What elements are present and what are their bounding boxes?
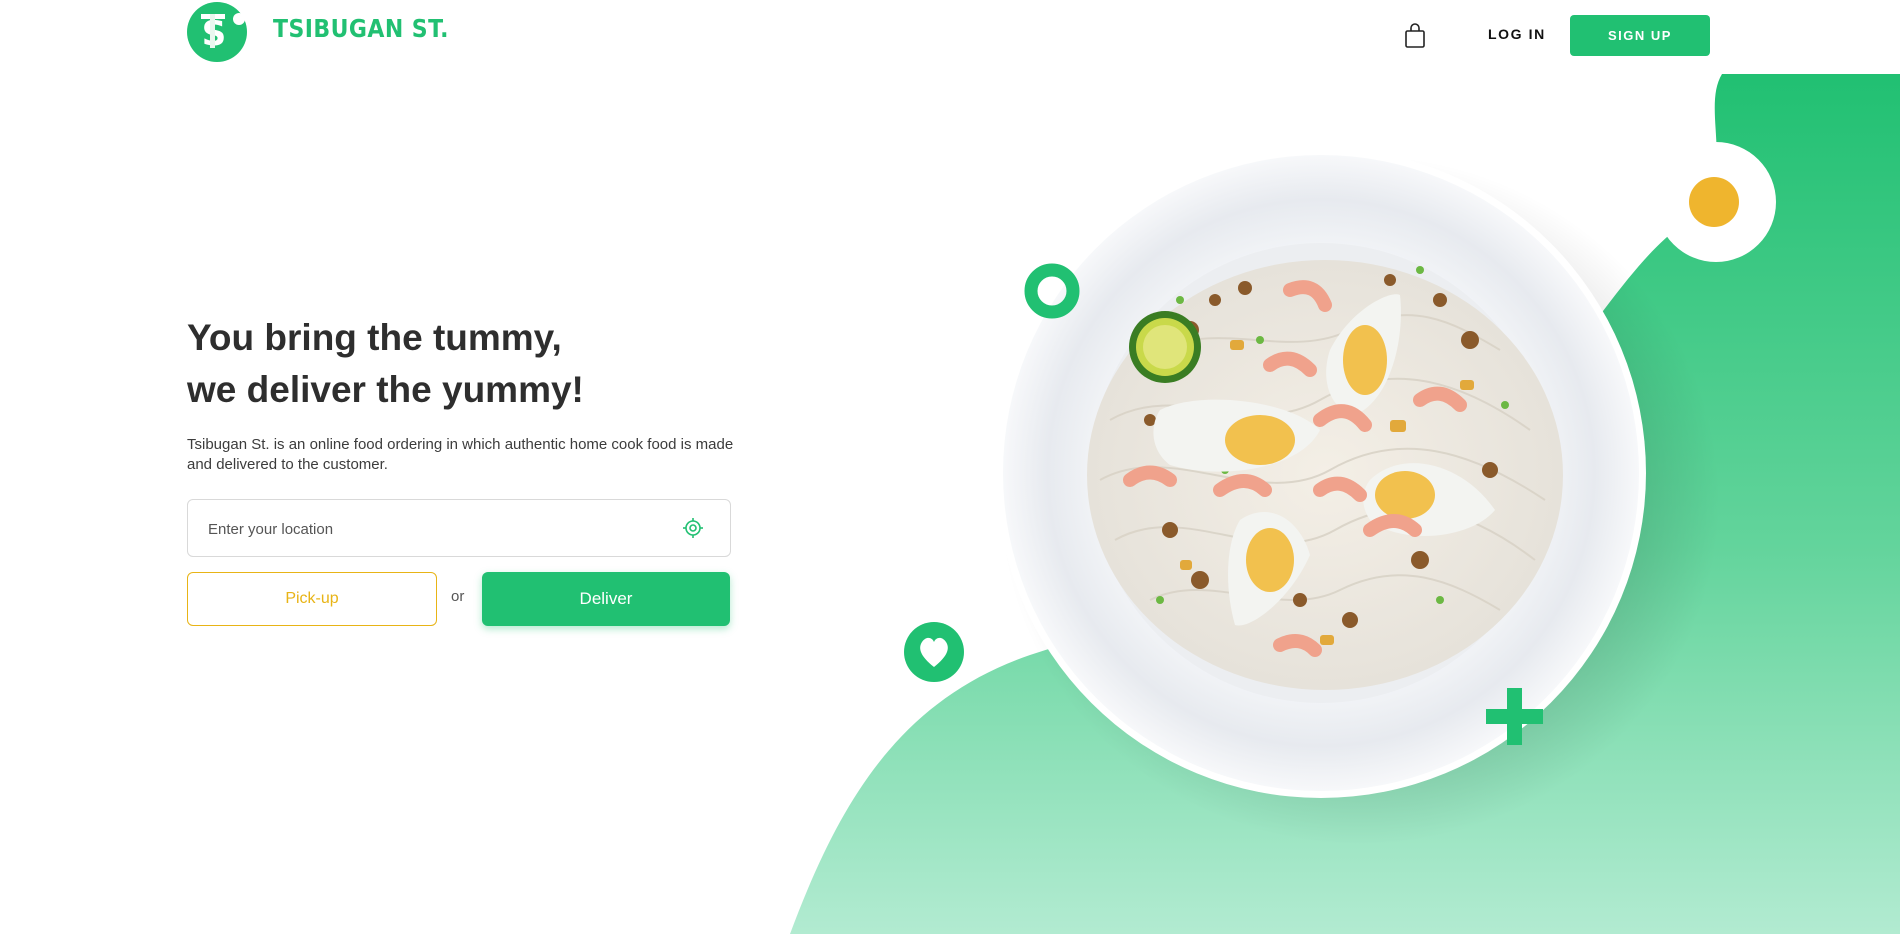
site-header: S TSIBUGAN ST. LOG IN SIGN UP — [0, 0, 1900, 74]
hero-title-line-1: You bring the tummy, — [187, 317, 562, 358]
hero-title-line-2: we deliver the yummy! — [187, 369, 584, 410]
yellow-dot — [1689, 177, 1739, 227]
location-input[interactable] — [206, 514, 650, 544]
or-separator: or — [451, 588, 465, 605]
deliver-button[interactable]: Deliver — [482, 572, 730, 626]
shopping-bag-icon[interactable] — [1404, 23, 1426, 49]
signup-button[interactable]: SIGN UP — [1570, 15, 1710, 56]
pickup-button[interactable]: Pick-up — [187, 572, 437, 626]
login-link[interactable]: LOG IN — [1488, 26, 1546, 42]
location-field — [187, 499, 731, 557]
target-location-icon[interactable] — [682, 517, 704, 539]
hero-description: Tsibugan St. is an online food ordering … — [187, 436, 734, 473]
brand-name[interactable]: TSIBUGAN ST. — [273, 14, 449, 43]
hero-title: You bring the tummy, we deliver the yumm… — [187, 312, 584, 416]
ts-monogram-logo[interactable]: S — [187, 2, 247, 62]
